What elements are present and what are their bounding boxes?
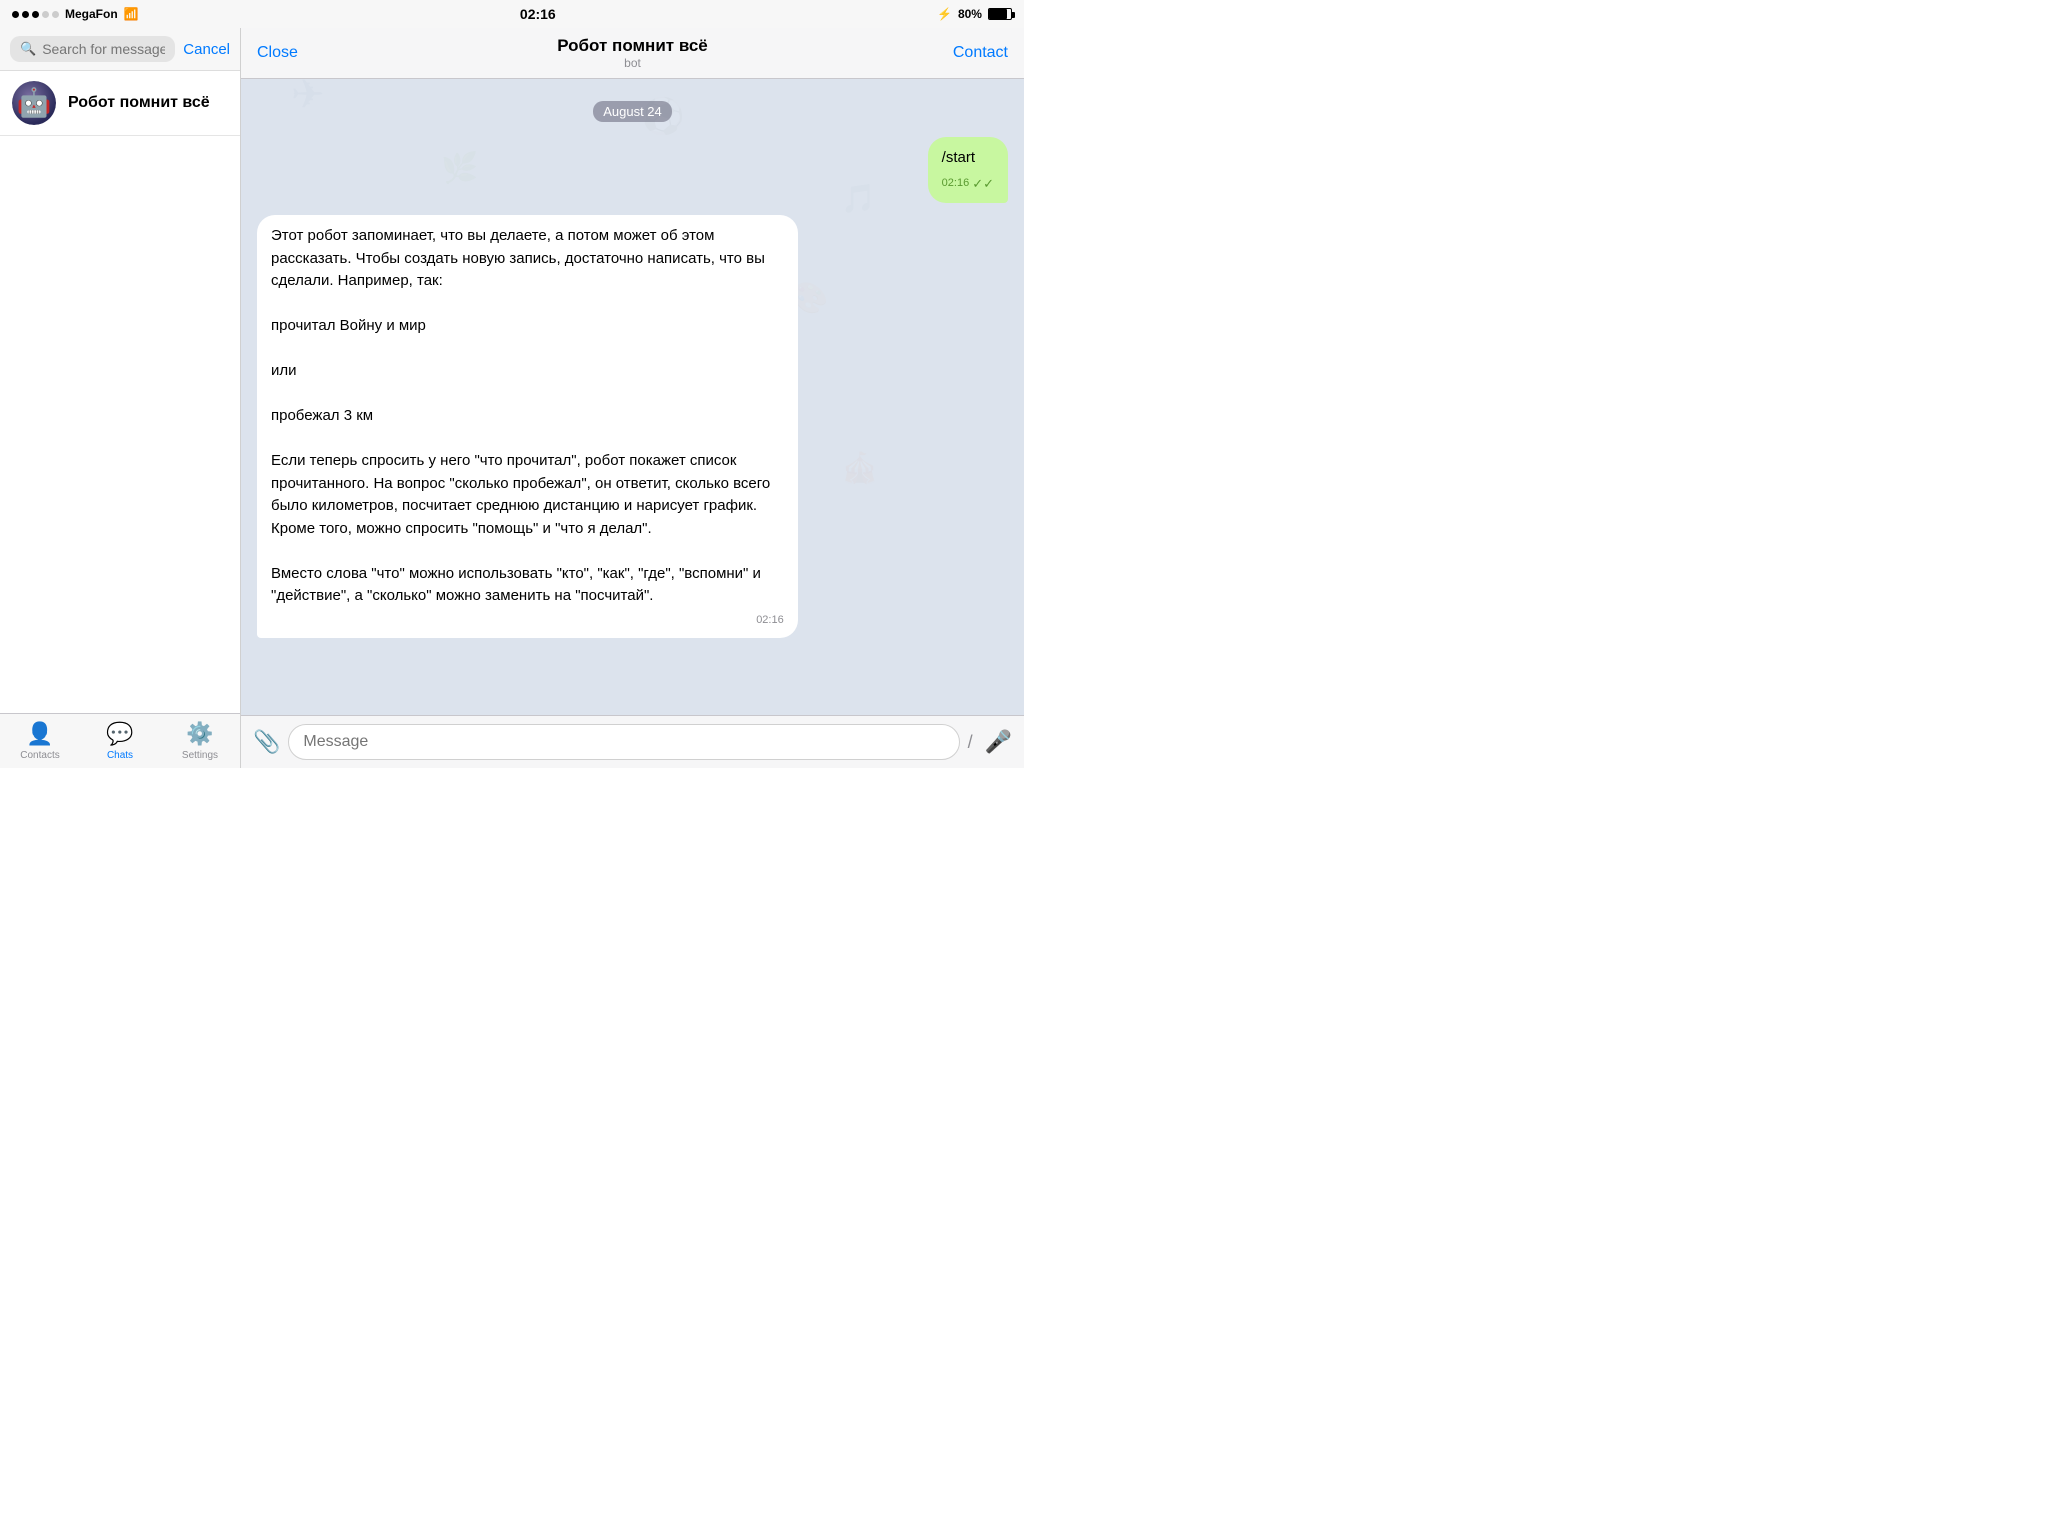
search-input[interactable] xyxy=(42,41,165,57)
message-meta: 02:16 xyxy=(271,612,784,629)
carrier-label: MegaFon xyxy=(65,7,118,21)
settings-label: Settings xyxy=(182,750,218,761)
slash-icon: / xyxy=(968,732,973,753)
date-badge: August 24 xyxy=(257,103,1008,121)
message-input[interactable] xyxy=(288,724,959,760)
chat-list-item[interactable]: Робот помнит всё xyxy=(0,71,240,136)
chat-header: Close Робот помнит всё bot Contact xyxy=(241,28,1024,79)
battery-indicator xyxy=(988,8,1012,20)
chats-label: Chats xyxy=(107,750,133,761)
avatar xyxy=(12,81,56,125)
main-content: 🔍 Cancel Робот помнит всё 👤 Contacts 💬 xyxy=(0,28,1024,768)
message-bubble-incoming: Этот робот запоминает, что вы делаете, а… xyxy=(257,215,798,638)
message-meta: 02:16 ✓✓ xyxy=(942,174,994,194)
status-right: ⚡ 80% xyxy=(937,7,1012,21)
tab-settings[interactable]: ⚙️ Settings xyxy=(160,714,240,768)
time-label: 02:16 xyxy=(520,6,556,22)
status-bar: MegaFon 📶 02:16 ⚡ 80% xyxy=(0,0,1024,28)
signal-dots xyxy=(12,11,59,18)
avatar-image xyxy=(12,81,56,125)
left-panel: 🔍 Cancel Робот помнит всё 👤 Contacts 💬 xyxy=(0,28,241,768)
attach-button[interactable]: 📎 xyxy=(253,729,280,755)
chat-list: Робот помнит всё xyxy=(0,71,240,713)
read-ticks: ✓✓ xyxy=(972,174,994,194)
tab-bar: 👤 Contacts 💬 Chats ⚙️ Settings xyxy=(0,713,240,768)
contacts-icon: 👤 xyxy=(26,721,53,747)
chat-title: Робот помнит всё xyxy=(317,36,948,56)
search-icon: 🔍 xyxy=(20,41,36,57)
wifi-icon: 📶 xyxy=(124,7,139,21)
message-bubble-outgoing: /start 02:16 ✓✓ xyxy=(928,137,1008,203)
contacts-label: Contacts xyxy=(20,750,59,761)
chat-name: Робот помнит всё xyxy=(68,94,210,112)
bluetooth-icon: ⚡ xyxy=(937,7,952,21)
chats-icon: 💬 xyxy=(106,721,133,747)
tab-chats[interactable]: 💬 Chats xyxy=(80,714,160,768)
messages-area: August 24 /start 02:16 ✓✓ Этот робот зап… xyxy=(241,79,1024,715)
message-text: /start xyxy=(942,149,975,166)
mic-button[interactable]: 🎤 xyxy=(985,729,1012,755)
chat-subtitle: bot xyxy=(317,56,948,70)
message-text: Этот робот запоминает, что вы делаете, а… xyxy=(271,227,770,604)
battery-percent: 80% xyxy=(958,7,982,21)
right-panel: ✈ 🌿 ⚽ 🎵 🌙 ⭐ 🎨 🌺 🔑 🌍 🎭 🎪 Close Робот помн… xyxy=(241,28,1024,768)
tab-contacts[interactable]: 👤 Contacts xyxy=(0,714,80,768)
message-row: Этот робот запоминает, что вы делаете, а… xyxy=(257,215,1008,638)
search-bar: 🔍 Cancel xyxy=(0,28,240,71)
contact-button[interactable]: Contact xyxy=(948,44,1008,62)
chat-header-center: Робот помнит всё bot xyxy=(317,36,948,70)
message-row: /start 02:16 ✓✓ xyxy=(257,137,1008,203)
search-input-wrap[interactable]: 🔍 xyxy=(10,36,175,62)
settings-icon: ⚙️ xyxy=(186,721,213,747)
message-input-bar: 📎 / 🎤 xyxy=(241,715,1024,768)
close-button[interactable]: Close xyxy=(257,44,317,62)
status-left: MegaFon 📶 xyxy=(12,7,139,21)
message-time: 02:16 xyxy=(756,612,784,629)
date-label: August 24 xyxy=(593,101,672,122)
cancel-button[interactable]: Cancel xyxy=(183,41,230,58)
message-time: 02:16 xyxy=(942,175,970,192)
